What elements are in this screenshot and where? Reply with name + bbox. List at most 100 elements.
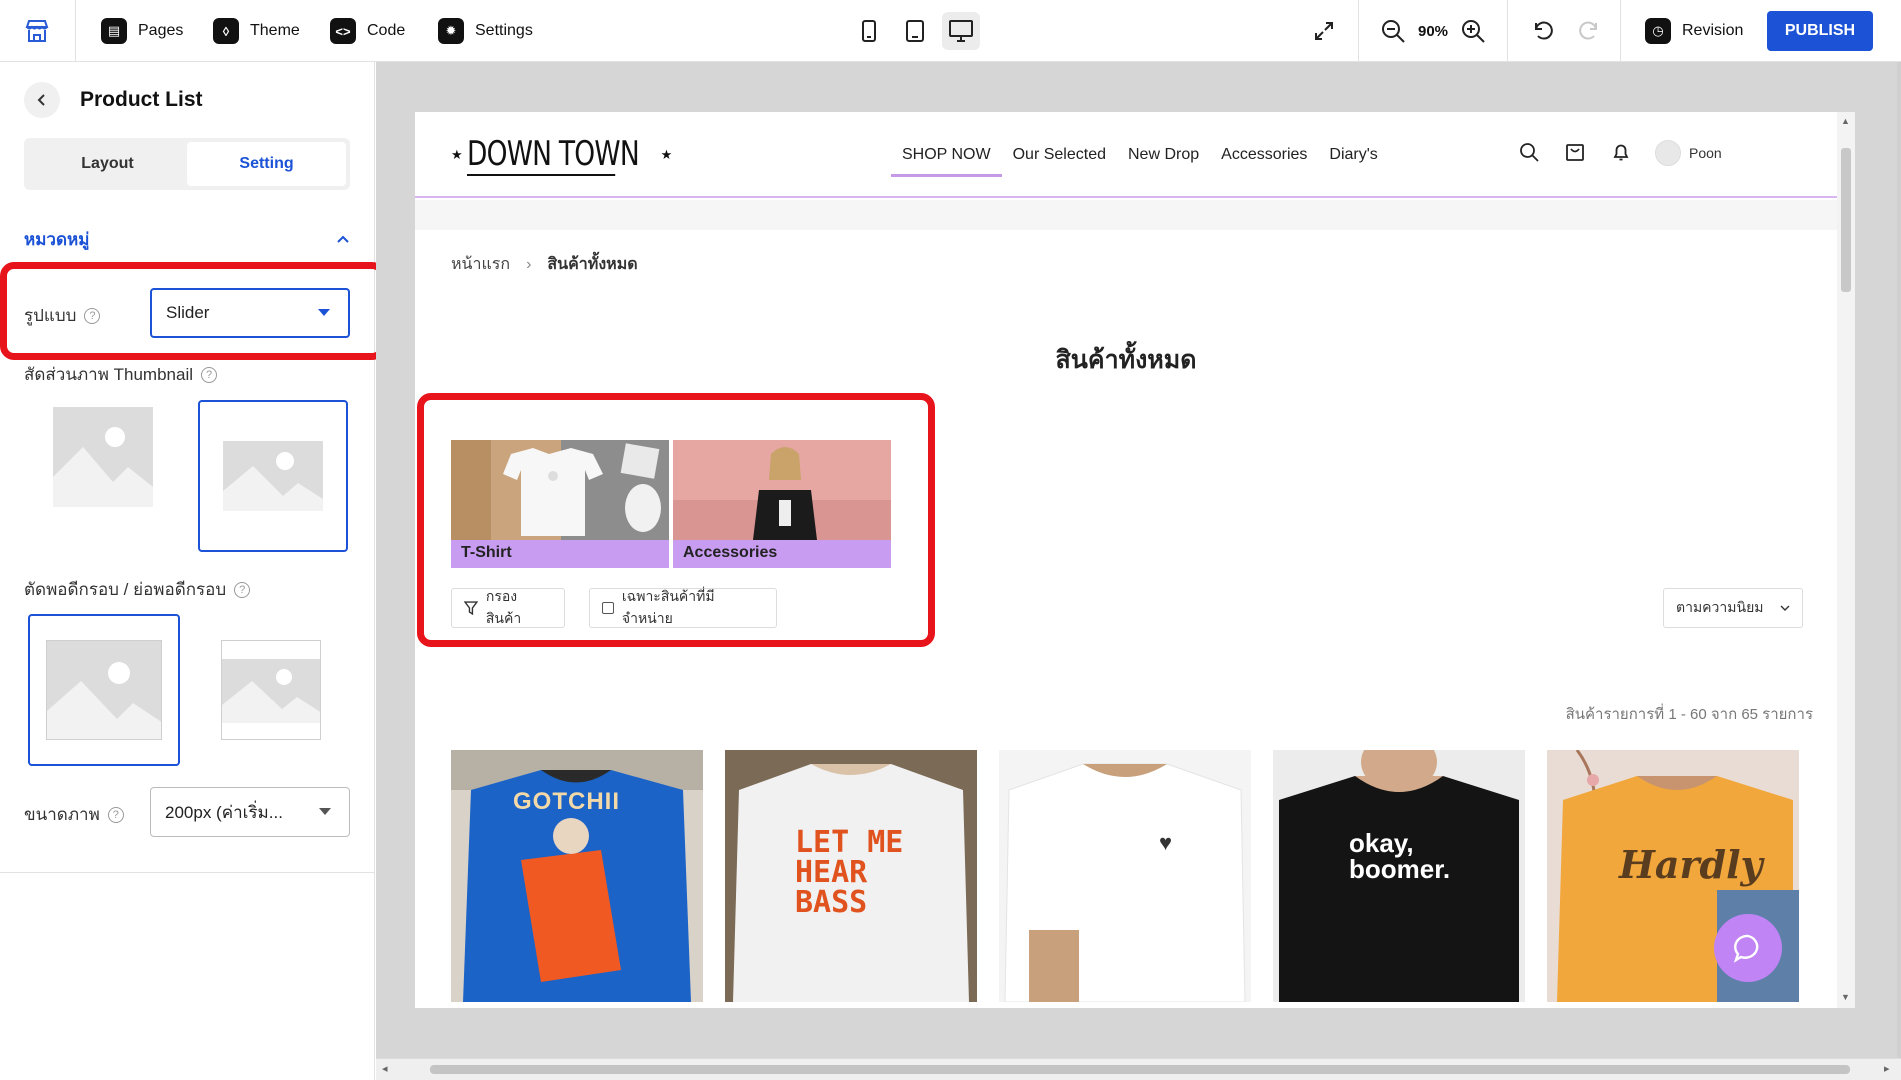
product-card[interactable]: okay, boomer. xyxy=(1273,750,1525,1002)
cart-icon[interactable] xyxy=(1565,142,1585,162)
scroll-down-arrow-icon[interactable]: ▼ xyxy=(1841,992,1850,1002)
crop-label: ตัดพอดีกรอบ / ย่อพอดีกรอบ xyxy=(24,580,227,599)
bell-icon[interactable] xyxy=(1611,142,1631,162)
zoom-in-button[interactable] xyxy=(1458,16,1488,46)
style-field-label: รูปแบบ ? xyxy=(24,302,101,329)
tablet-view-button[interactable] xyxy=(896,12,934,50)
image-placeholder-icon xyxy=(223,441,323,511)
undo-icon xyxy=(1535,21,1553,40)
image-placeholder-icon xyxy=(221,640,321,740)
user-menu[interactable]: Poon xyxy=(1655,140,1722,166)
undo-button[interactable] xyxy=(1528,16,1558,46)
mobile-view-button[interactable] xyxy=(850,12,888,50)
panel-divider xyxy=(0,872,375,873)
pages-button[interactable]: ▤ Pages xyxy=(101,18,183,44)
revision-button[interactable]: ◷ Revision xyxy=(1645,18,1743,44)
top-toolbar: ▤ Pages ◊ Theme <> Code ✹ Settings 90% ◷… xyxy=(0,0,1901,62)
chat-button[interactable] xyxy=(1714,914,1782,982)
desktop-icon xyxy=(949,20,973,42)
back-button[interactable] xyxy=(24,82,60,118)
help-icon[interactable]: ? xyxy=(107,806,124,823)
canvas-horizontal-scrollbar[interactable]: ◂ ▸ xyxy=(376,1058,1901,1080)
code-label: Code xyxy=(367,22,406,39)
breadcrumb: หน้าแรก › สินค้าทั้งหมด xyxy=(451,252,638,277)
product-print: Hardly xyxy=(1619,842,1763,887)
image-size-select[interactable]: 200px (ค่าเริ่ม... xyxy=(150,787,350,837)
style-label: รูปแบบ xyxy=(24,306,77,325)
preview-scroll-thumb[interactable] xyxy=(1841,148,1851,292)
droplet-icon: ◊ xyxy=(213,18,239,44)
scroll-up-arrow-icon[interactable]: ▲ xyxy=(1841,116,1850,126)
theme-button[interactable]: ◊ Theme xyxy=(213,18,300,44)
preview-scrollbar[interactable]: ▲ ▼ xyxy=(1837,112,1855,1008)
settings-button[interactable]: ✹ Settings xyxy=(438,18,533,44)
chevron-right-icon: › xyxy=(526,255,532,273)
chevron-up-icon xyxy=(337,235,349,243)
zoom-in-icon xyxy=(1462,20,1485,43)
search-icon[interactable] xyxy=(1519,142,1539,162)
nav-accessories[interactable]: Accessories xyxy=(1210,136,1318,177)
pages-icon: ▤ xyxy=(101,18,127,44)
tab-setting[interactable]: Setting xyxy=(187,142,346,186)
product-card[interactable]: GOTCHII xyxy=(451,750,703,1002)
header-icons xyxy=(1519,142,1631,162)
logo-text: DOWN TOWN xyxy=(466,134,639,176)
publish-button[interactable]: PUBLISH xyxy=(1767,11,1873,51)
image-size-value: 200px (ค่าเริ่ม... xyxy=(165,802,283,822)
gear-icon: ✹ xyxy=(438,18,464,44)
fullscreen-button[interactable] xyxy=(1309,16,1339,46)
ratio-option-landscape[interactable] xyxy=(198,400,348,552)
star-icon: ★ xyxy=(451,147,463,162)
breadcrumb-home[interactable]: หน้าแรก xyxy=(451,252,510,277)
chevron-left-icon xyxy=(37,94,45,106)
sort-select[interactable]: ตามความนิยม xyxy=(1663,588,1803,628)
product-card[interactable]: LET ME HEAR BASS xyxy=(725,750,977,1002)
revision-icon: ◷ xyxy=(1645,18,1671,44)
header-spacer xyxy=(415,200,1837,230)
settings-label: Settings xyxy=(475,22,533,39)
product-print: GOTCHII xyxy=(513,788,620,815)
image-size-label: ขนาดภาพ xyxy=(24,805,100,824)
panel-title: Product List xyxy=(80,88,203,111)
style-select[interactable]: Slider xyxy=(150,288,350,338)
settings-panel: Product List Layout Setting หมวดหมู่ รูป… xyxy=(0,62,386,1080)
help-icon[interactable]: ? xyxy=(84,307,101,324)
user-name: Poon xyxy=(1689,145,1722,161)
scroll-thumb[interactable] xyxy=(430,1065,1850,1074)
ratio-option-square[interactable] xyxy=(48,402,158,512)
page-title: สินค้าทั้งหมด xyxy=(1055,346,1197,374)
chat-bubble-icon xyxy=(1733,934,1759,963)
redo-button[interactable] xyxy=(1574,16,1604,46)
code-icon: <> xyxy=(330,18,356,44)
nav-our-selected[interactable]: Our Selected xyxy=(1002,136,1117,177)
store-logo[interactable]: ★ DOWN TOWN ★ xyxy=(451,134,672,176)
canvas-vertical-scrollbar[interactable] xyxy=(1897,62,1901,1062)
help-icon[interactable]: ? xyxy=(234,581,251,598)
nav-shop-now[interactable]: SHOP NOW xyxy=(891,136,1002,177)
product-card[interactable]: ♥ xyxy=(999,750,1251,1002)
image-placeholder-icon xyxy=(53,407,153,507)
category-section-header[interactable]: หมวดหมู่ xyxy=(24,224,350,254)
tablet-icon xyxy=(906,20,924,42)
breadcrumb-current: สินค้าทั้งหมด xyxy=(547,256,638,273)
crop-option-fill[interactable] xyxy=(28,614,180,766)
store-main-nav: SHOP NOW Our Selected New Drop Accessori… xyxy=(891,136,1389,177)
zoom-out-button[interactable] xyxy=(1378,16,1408,46)
store-icon[interactable] xyxy=(24,0,50,62)
code-button[interactable]: <> Code xyxy=(330,18,405,44)
desktop-view-button[interactable] xyxy=(942,12,980,50)
nav-new-drop[interactable]: New Drop xyxy=(1117,136,1210,177)
highlight-box-categories xyxy=(417,393,935,647)
tab-layout[interactable]: Layout xyxy=(28,142,187,186)
pages-label: Pages xyxy=(138,22,184,39)
section-title: หมวดหมู่ xyxy=(24,229,90,249)
store-header: ★ DOWN TOWN ★ SHOP NOW Our Selected New … xyxy=(415,112,1837,198)
scroll-left-arrow-icon[interactable]: ◂ xyxy=(382,1062,388,1075)
crop-field-label: ตัดพอดีกรอบ / ย่อพอดีกรอบ ? xyxy=(24,576,251,603)
help-icon[interactable]: ? xyxy=(201,366,218,383)
zoom-level: 90% xyxy=(1418,22,1449,40)
crop-option-fit[interactable] xyxy=(220,637,322,743)
scroll-right-arrow-icon[interactable]: ▸ xyxy=(1884,1062,1890,1075)
nav-diarys[interactable]: Diary's xyxy=(1318,136,1388,177)
sort-label: ตามความนิยม xyxy=(1676,599,1764,615)
